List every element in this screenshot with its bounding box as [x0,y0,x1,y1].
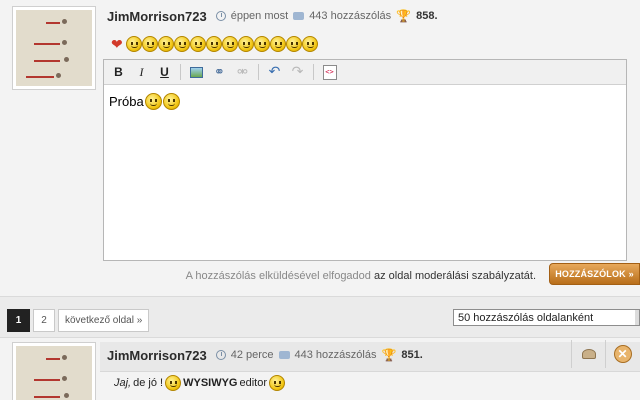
toolbar-divider [313,64,314,80]
close-icon: ✕ [613,345,632,363]
post-count: 443 hozzászólás [294,349,377,361]
rank-score: 858. [416,10,438,22]
delete-button[interactable]: ✕ [605,340,639,368]
smile-smiley-icon[interactable] [174,36,190,52]
per-page-select[interactable]: 50 hozzászólás oldalanként [453,309,640,326]
sad-smiley-icon[interactable] [238,36,254,52]
message-italic-text: Jaj, [114,377,132,389]
happy-smiley-icon [162,93,180,110]
rank-score: 851. [401,349,423,361]
post-meta: JimMorrison723 42 perce 443 hozzászólás … [107,345,423,365]
toolbar-divider [180,64,181,80]
smiley-picker: ❤ [111,36,318,54]
post-meta: JimMorrison723 éppen most 443 hozzászólá… [107,6,438,26]
quote-icon [581,349,596,359]
insert-image-button[interactable] [186,63,207,82]
username-link[interactable]: JimMorrison723 [107,348,207,363]
heart-icon[interactable]: ❤ [111,37,125,51]
avatar-image [16,346,92,400]
message-text: editor [239,377,268,389]
wink-smiley-icon [269,375,286,391]
cry-smiley-icon[interactable] [270,36,286,52]
image-icon [190,66,203,78]
pagination: 1 2 következő oldal » [7,309,150,332]
terms-notice: A hozzászólás elküldésével elfogadod az … [186,270,536,282]
editor-text: Próba [109,94,144,109]
post-time: éppen most [230,10,289,22]
shocked-smiley-icon[interactable] [286,36,302,52]
clock-icon [215,350,226,360]
trophy-icon: 🏆 [381,348,397,362]
select-arrow-icon [635,310,639,325]
submit-post-button[interactable]: HOZZÁSZÓLOK » [549,263,640,285]
message-text: de jó ! [133,377,164,389]
redo-icon: ↷ [291,64,304,80]
page-1-button[interactable]: 1 [7,309,30,332]
grin-smiley-icon [165,375,182,391]
avatar-image [16,10,92,86]
confused-smiley-icon [144,93,162,110]
bold-button[interactable]: B [108,63,129,82]
neutral-smiley-icon[interactable] [190,36,206,52]
worried-smiley-icon[interactable] [222,36,238,52]
link-icon: ⚭ [214,64,225,80]
underline-button[interactable]: U [154,63,175,82]
post-message: Jaj, de jó ! WYSIWYG editor [114,375,286,391]
source-code-button[interactable]: <> [319,63,340,82]
redo-button[interactable]: ↷ [287,63,308,82]
next-page-button[interactable]: következő oldal » [58,309,150,332]
page-2-button[interactable]: 2 [33,309,55,332]
source-code-icon: <> [322,64,337,80]
undo-button[interactable]: ↶ [264,63,285,82]
insert-link-button[interactable]: ⚭ [209,63,230,82]
undo-icon: ↶ [268,64,281,80]
avatar[interactable] [12,342,96,400]
post-count: 443 hozzászólás [309,10,392,22]
comment-icon [293,12,305,20]
username-link[interactable]: JimMorrison723 [107,9,207,24]
quote-button[interactable] [571,340,605,368]
editor-toolbar: B I U ⚭ ⚮ ↶ ↷ <> [104,60,626,85]
terms-text: A hozzászólás elküldésével elfogadod [185,270,371,282]
editor-content-area[interactable]: Próba [104,85,626,118]
laugh-smiley-icon[interactable] [142,36,158,52]
confused-smiley-icon[interactable] [206,36,222,52]
unlink-button[interactable]: ⚮ [232,63,253,82]
moderation-rules-link[interactable]: az oldal moderálási szabályzatát. [374,270,536,282]
avatar[interactable] [12,6,96,90]
toolbar-divider [258,64,259,80]
italic-button[interactable]: I [131,63,152,82]
unlink-icon: ⚮ [237,64,248,80]
post-time: 42 perce [230,349,274,361]
clock-icon [215,11,226,21]
wysiwyg-editor: B I U ⚭ ⚮ ↶ ↷ <> Próba [103,59,627,261]
per-page-value: 50 hozzászólás oldalanként [458,311,594,324]
message-bold-text: WYSIWYG [183,377,238,389]
grin-smiley-icon[interactable] [126,36,142,52]
trophy-icon: 🏆 [396,9,412,23]
happy-smiley-icon[interactable] [254,36,270,52]
post-actions: ✕ [571,340,639,368]
wink-smiley-icon[interactable] [302,36,318,52]
surprised-smiley-icon[interactable] [158,36,174,52]
comment-icon [278,351,290,359]
